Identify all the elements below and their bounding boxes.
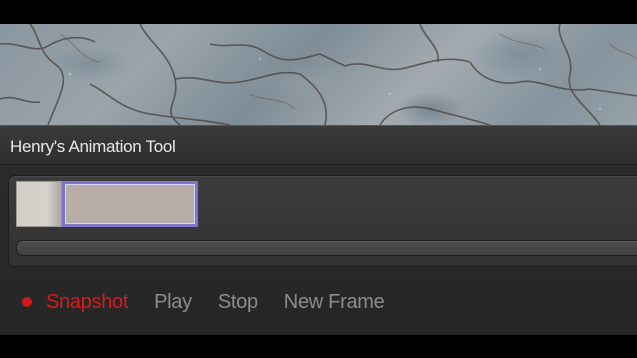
letterbox-top [0,0,637,24]
frame-timeline [8,175,637,267]
animation-tool-panel: Henry's Animation Tool Snapshot Play Sto… [0,125,637,335]
stop-button[interactable]: Stop [218,291,258,314]
title-bar: Henry's Animation Tool [0,125,637,165]
letterbox-bottom [0,335,637,358]
app-window: Henry's Animation Tool Snapshot Play Sto… [0,0,637,358]
frame-thumbnail[interactable] [16,181,62,227]
stone-texture-image [0,24,637,125]
frame-thumbnail-selected[interactable] [62,181,198,227]
snapshot-button[interactable]: Snapshot [46,291,128,314]
timeline-scrollbar[interactable] [16,240,637,256]
app-title: Henry's Animation Tool [10,137,176,156]
recording-dot-icon [22,297,32,307]
play-button[interactable]: Play [154,291,192,314]
new-frame-button[interactable]: New Frame [284,291,385,314]
camera-viewport [0,24,637,125]
playback-controls: Snapshot Play Stop New Frame [22,289,410,315]
